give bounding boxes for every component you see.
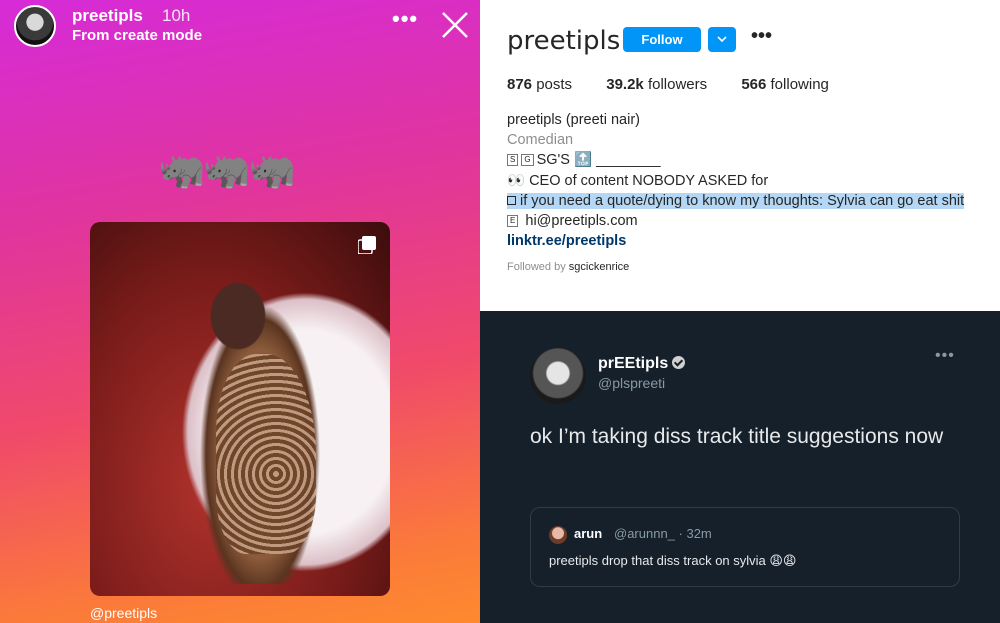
g-letter-icon: G — [521, 154, 534, 167]
multiple-photos-icon — [358, 236, 376, 254]
story-mode: From create mode — [72, 27, 203, 44]
verified-icon — [672, 356, 686, 369]
followed-by[interactable]: Followed by sgcickenrice — [507, 261, 629, 273]
tweet-avatar[interactable] — [530, 348, 586, 404]
tweet-display-name[interactable]: prEEtipls — [598, 355, 686, 373]
follow-button[interactable]: Follow — [623, 27, 701, 52]
bio-line-1: S G SG'S 🔝 ________ — [507, 150, 987, 170]
rhino-emoji: 🦏🦏🦏 — [158, 149, 296, 191]
suggested-dropdown-button[interactable] — [708, 27, 736, 52]
square-icon — [507, 195, 516, 205]
following-count[interactable]: 566 following — [741, 76, 829, 93]
e-mail-letter-icon: E — [507, 215, 519, 228]
tweet-text: ok I’m taking diss track title suggestio… — [530, 425, 944, 448]
more-icon[interactable]: ••• — [392, 6, 418, 32]
story-mention[interactable]: @preetipls — [90, 605, 157, 621]
bio-line-4: E hi@preetipls.com — [507, 211, 987, 231]
profile-username: preetipls — [507, 26, 621, 56]
story-panel: preetipls 10h From create mode ••• 🦏🦏🦏 @… — [0, 0, 480, 623]
quote-handle: @arunnn_ · 32m — [614, 526, 712, 541]
quoted-tweet[interactable]: arun @arunnn_ · 32m preetipls drop that … — [530, 507, 960, 587]
bio-line-2: 👀 CEO of content NOBODY ASKED for — [507, 172, 769, 189]
followers-count[interactable]: 39.2k followers — [606, 76, 707, 93]
shared-post-image[interactable] — [90, 222, 390, 596]
options-icon[interactable]: ••• — [751, 25, 772, 48]
instagram-profile: preetipls Follow ••• 876 posts 39.2k fol… — [480, 0, 1000, 311]
quote-avatar — [549, 526, 567, 544]
chevron-down-icon — [717, 36, 727, 43]
bio-line-3: if you need a quote/dying to know my tho… — [507, 191, 987, 211]
person-figure — [180, 264, 330, 584]
story-avatar[interactable] — [14, 5, 56, 47]
category: Comedian — [507, 132, 574, 149]
tweet-handle[interactable]: @plspreeti — [598, 375, 665, 391]
story-username[interactable]: preetipls — [72, 6, 143, 26]
profile-bio: preetipls (preeti nair) Comedian S G SG'S … — [507, 110, 987, 251]
more-icon[interactable]: ••• — [935, 347, 955, 365]
close-icon[interactable] — [440, 10, 470, 40]
bio-link[interactable]: linktr.ee/preetipls — [507, 231, 987, 251]
posts-count[interactable]: 876 posts — [507, 76, 572, 93]
quote-text: preetipls drop that diss track on sylvia… — [549, 553, 797, 568]
tweet-card: prEEtipls @plspreeti ••• ok I’m taking d… — [480, 311, 1000, 623]
s-letter-icon: S — [507, 154, 519, 167]
profile-stats: 876 posts 39.2k followers 566 following — [507, 76, 859, 93]
full-name: preetipls (preeti nair) — [507, 112, 640, 128]
story-time: 10h — [162, 6, 191, 25]
quote-name: arun — [574, 526, 603, 541]
